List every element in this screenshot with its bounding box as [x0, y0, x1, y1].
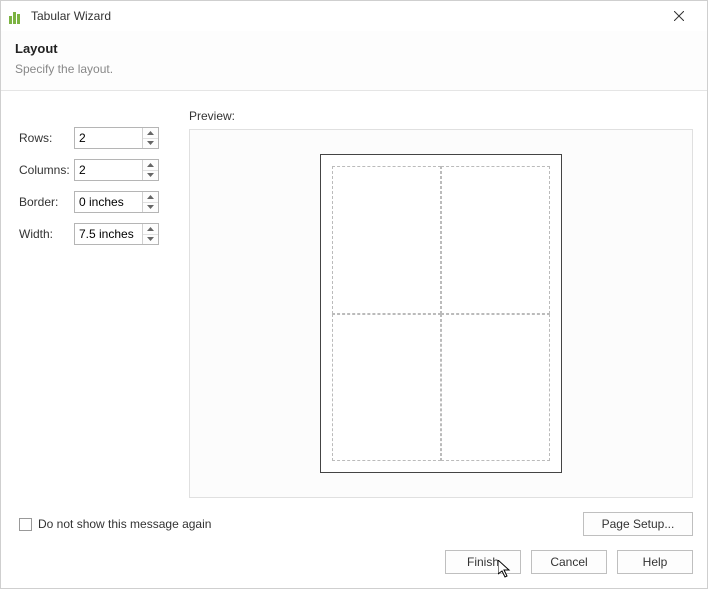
width-label: Width: [19, 227, 74, 241]
columns-label: Columns: [19, 163, 74, 177]
dialog-window: Tabular Wizard Layout Specify the layout… [0, 0, 708, 589]
preview-pane [189, 129, 693, 498]
window-title: Tabular Wizard [31, 9, 659, 23]
rows-field: Rows: [19, 127, 169, 149]
preview-label: Preview: [189, 109, 693, 123]
rows-value[interactable] [75, 128, 142, 148]
width-field: Width: [19, 223, 169, 245]
width-down[interactable] [143, 235, 158, 245]
dont-show-checkbox[interactable]: Do not show this message again [19, 517, 571, 531]
border-field: Border: [19, 191, 169, 213]
finish-button[interactable]: Finish [445, 550, 521, 574]
columns-up[interactable] [143, 160, 158, 171]
close-button[interactable] [659, 2, 699, 30]
rows-input[interactable] [74, 127, 159, 149]
page-setup-button[interactable]: Page Setup... [583, 512, 693, 536]
border-value[interactable] [75, 192, 142, 212]
width-up[interactable] [143, 224, 158, 235]
width-value[interactable] [75, 224, 142, 244]
header-section: Layout Specify the layout. [1, 31, 707, 91]
close-icon [674, 11, 684, 21]
checkbox-box[interactable] [19, 518, 32, 531]
border-label: Border: [19, 195, 74, 209]
app-icon [9, 8, 25, 24]
border-up[interactable] [143, 192, 158, 203]
preview-grid [332, 166, 550, 461]
options-row: Do not show this message again Page Setu… [1, 506, 707, 538]
content-area: Rows: Columns: [1, 91, 707, 506]
page-heading: Layout [15, 41, 693, 56]
preview-column: Preview: [189, 109, 693, 498]
rows-down[interactable] [143, 139, 158, 149]
border-down[interactable] [143, 203, 158, 213]
preview-cell [441, 166, 550, 314]
rows-label: Rows: [19, 131, 74, 145]
rows-up[interactable] [143, 128, 158, 139]
titlebar: Tabular Wizard [1, 1, 707, 31]
border-input[interactable] [74, 191, 159, 213]
preview-cell [441, 314, 550, 462]
page-subheading: Specify the layout. [15, 62, 693, 76]
width-input[interactable] [74, 223, 159, 245]
columns-down[interactable] [143, 171, 158, 181]
cancel-button[interactable]: Cancel [531, 550, 607, 574]
button-bar: Finish Cancel Help [1, 538, 707, 588]
checkbox-label: Do not show this message again [38, 517, 211, 531]
help-button[interactable]: Help [617, 550, 693, 574]
columns-value[interactable] [75, 160, 142, 180]
preview-cell [332, 314, 441, 462]
columns-field: Columns: [19, 159, 169, 181]
columns-input[interactable] [74, 159, 159, 181]
preview-page [320, 154, 562, 473]
preview-cell [332, 166, 441, 314]
form-column: Rows: Columns: [19, 109, 169, 498]
